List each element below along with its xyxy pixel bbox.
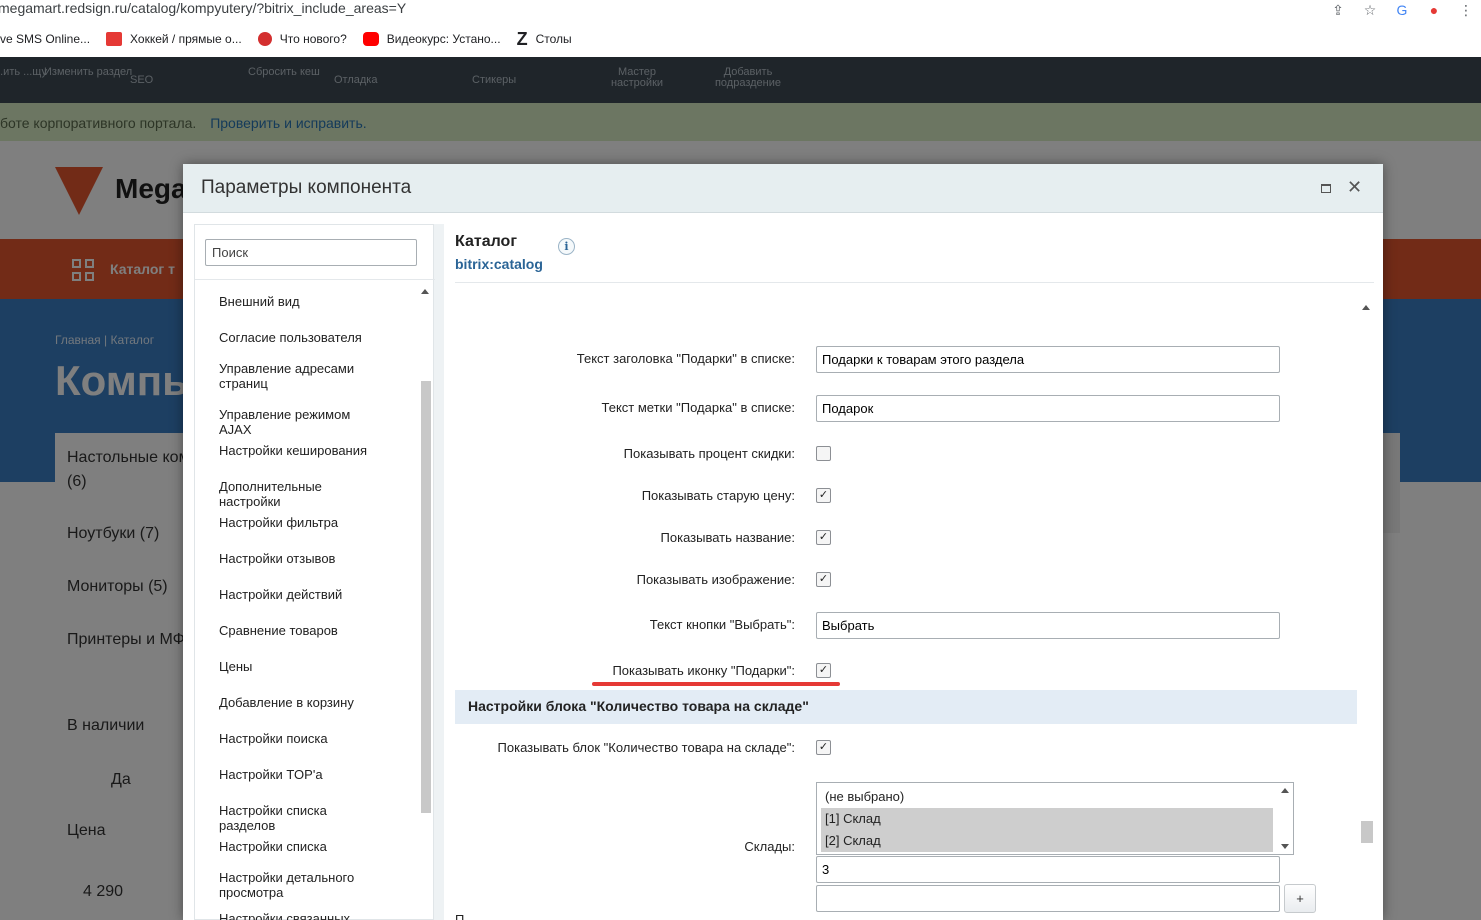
- scroll-up-icon[interactable]: [1362, 305, 1370, 310]
- gift-mark-input[interactable]: [816, 395, 1280, 422]
- extension-icon[interactable]: ●: [1425, 1, 1443, 19]
- url-text[interactable]: megamart.redsign.ru/catalog/kompyutery/?…: [0, 0, 406, 16]
- browser-toolbar-icons: ⇪ ☆ G ● ⋮: [1329, 0, 1481, 20]
- bookmark-label: Столы: [535, 32, 572, 46]
- params-form: Текст заголовка "Подарки" в списке: Текс…: [455, 296, 1360, 920]
- bookmark-label: Видеокурс: Устано...: [386, 32, 501, 46]
- bookmark-hockey[interactable]: Хоккей / прямые о...: [106, 32, 242, 46]
- nav-item[interactable]: Настройки TOP'a: [219, 767, 369, 782]
- bookmark-videocourse[interactable]: Видеокурс: Устано...: [362, 32, 501, 46]
- scrollbar-thumb[interactable]: [421, 381, 431, 813]
- gift-header-label: Текст заголовка "Подарки" в списке:: [576, 351, 795, 366]
- bookmark-sms[interactable]: ve SMS Online...: [0, 32, 90, 46]
- nav-item[interactable]: Настройки поиска: [219, 731, 369, 746]
- nav-item[interactable]: Цены: [219, 659, 369, 674]
- address-bar[interactable]: megamart.redsign.ru/catalog/kompyutery/?…: [0, 0, 1481, 22]
- show-name-checkbox[interactable]: ✓: [816, 530, 831, 545]
- params-scrollbar[interactable]: [1359, 299, 1373, 920]
- gift-header-input[interactable]: [816, 346, 1280, 373]
- store-option[interactable]: [1] Склад: [821, 808, 1273, 830]
- nav-item[interactable]: Управление режимом AJAX: [219, 407, 369, 437]
- check-icon: ✓: [818, 531, 829, 543]
- stores-text-input[interactable]: [816, 856, 1280, 883]
- bookmark-label: ve SMS Online...: [0, 32, 91, 46]
- red-highlight-underline: [592, 682, 840, 686]
- next-row-label: П...: [455, 912, 476, 920]
- nav-scrollbar[interactable]: [419, 281, 431, 920]
- nav-item[interactable]: Дополнительные настройки: [219, 479, 369, 509]
- component-code: bitrix:catalog: [455, 256, 543, 272]
- b-icon: [257, 32, 272, 46]
- check-icon: ✓: [818, 573, 829, 585]
- nav-item[interactable]: Управление адресами страниц: [219, 361, 369, 391]
- scroll-up-icon[interactable]: [1281, 788, 1289, 793]
- stores-label: Склады:: [744, 839, 795, 854]
- star-icon[interactable]: ☆: [1361, 1, 1379, 19]
- share-icon[interactable]: ⇪: [1329, 1, 1347, 19]
- show-store-block-label: Показывать блок "Количество товара на ск…: [497, 740, 795, 755]
- nav-item[interactable]: Добавление в корзину: [219, 695, 369, 710]
- show-old-price-checkbox[interactable]: ✓: [816, 488, 831, 503]
- info-icon[interactable]: i: [558, 238, 575, 255]
- bookmarks-bar: ve SMS Online... Хоккей / прямые о... Чт…: [0, 26, 1481, 52]
- show-gift-icon-label: Показывать иконку "Подарки":: [612, 663, 795, 678]
- divider: [455, 282, 1374, 283]
- dialog-body: Внешний вид Согласие пользователя Управл…: [194, 224, 1374, 920]
- store-option[interactable]: (не выбрано): [821, 786, 1273, 808]
- nav-item[interactable]: Согласие пользователя: [219, 330, 369, 345]
- choose-button-input[interactable]: [816, 612, 1280, 639]
- close-icon[interactable]: ✕: [1347, 177, 1362, 198]
- bookmark-label: Что нового?: [279, 32, 347, 46]
- nav-item[interactable]: Внешний вид: [219, 294, 369, 309]
- bookmark-label: Хоккей / прямые о...: [130, 32, 242, 46]
- choose-button-label: Текст кнопки "Выбрать":: [649, 617, 795, 632]
- scrollbar-thumb[interactable]: [1361, 821, 1373, 843]
- nav-item[interactable]: Сравнение товаров: [219, 623, 369, 638]
- youtube-icon: [362, 32, 379, 46]
- show-name-label: Показывать название:: [660, 530, 795, 545]
- nav-item[interactable]: Настройки фильтра: [219, 515, 369, 530]
- show-gift-icon-checkbox[interactable]: ✓: [816, 663, 831, 678]
- store-section-header: Настройки блока "Количество товара на ск…: [455, 690, 1357, 724]
- gift-mark-label: Текст метки "Подарка" в списке:: [601, 400, 795, 415]
- stores-multiselect[interactable]: (не выбрано) [1] Склад [2] Склад: [816, 782, 1294, 855]
- maximize-icon[interactable]: [1321, 184, 1331, 193]
- show-discount-label: Показывать процент скидки:: [623, 446, 795, 461]
- nav-item[interactable]: Настройки списка разделов: [219, 803, 369, 833]
- dialog-title: Параметры компонента: [201, 177, 412, 198]
- store-option[interactable]: [2] Склад: [821, 830, 1273, 852]
- nav-item[interactable]: Настройки кеширования: [219, 443, 369, 458]
- show-old-price-label: Показывать старую цену:: [641, 488, 795, 503]
- params-panel: Каталог i bitrix:catalog Текст заголовка…: [444, 224, 1374, 920]
- menu-icon[interactable]: ⋮: [1457, 1, 1475, 19]
- z-icon: Z: [516, 28, 528, 49]
- bookmark-whats-new[interactable]: Что нового?: [257, 32, 347, 46]
- live-icon: [106, 32, 123, 46]
- scroll-down-icon[interactable]: [1281, 844, 1289, 849]
- show-discount-checkbox[interactable]: [816, 446, 831, 461]
- stores-extra-input[interactable]: [816, 885, 1280, 912]
- bookmark-tables[interactable]: Z Столы: [517, 29, 572, 50]
- check-icon: ✓: [818, 489, 829, 501]
- translate-icon[interactable]: G: [1393, 1, 1411, 19]
- component-title: Каталог: [455, 233, 517, 250]
- nav-item[interactable]: Настройки отзывов: [219, 551, 369, 566]
- multiselect-scrollbar[interactable]: [1278, 784, 1292, 853]
- nav-item[interactable]: Настройки детального просмотра: [219, 870, 369, 900]
- section-nav: Внешний вид Согласие пользователя Управл…: [194, 224, 435, 920]
- nav-item[interactable]: Настройки действий: [219, 587, 369, 602]
- show-image-checkbox[interactable]: ✓: [816, 572, 831, 587]
- scroll-up-icon[interactable]: [421, 289, 429, 294]
- add-button[interactable]: +: [1284, 884, 1316, 913]
- dialog-header: Параметры компонента ✕: [183, 164, 1383, 213]
- show-image-label: Показывать изображение:: [636, 572, 795, 587]
- show-store-block-checkbox[interactable]: ✓: [816, 740, 831, 755]
- section-list: Внешний вид Согласие пользователя Управл…: [195, 279, 435, 920]
- check-icon: ✓: [818, 664, 829, 676]
- nav-item[interactable]: Настройки списка: [219, 839, 369, 854]
- nav-item[interactable]: Настройки связанных: [219, 911, 369, 920]
- check-icon: ✓: [818, 741, 829, 753]
- search-input[interactable]: [205, 239, 417, 266]
- component-params-dialog: Параметры компонента ✕ Внешний вид Согла…: [183, 164, 1383, 920]
